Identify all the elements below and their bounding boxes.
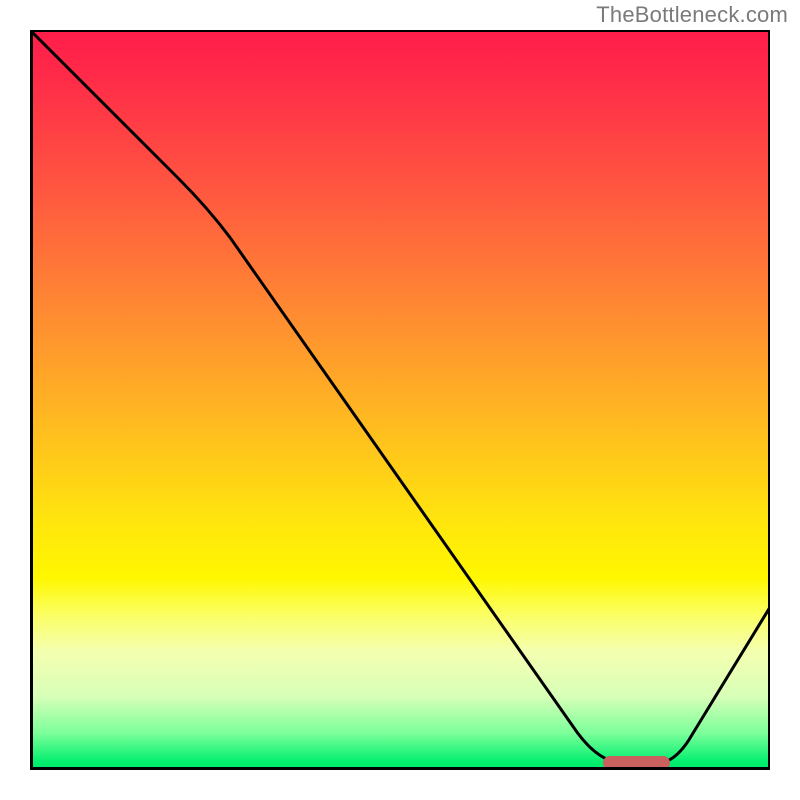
plot-frame-left bbox=[30, 30, 33, 770]
chart-plot-area bbox=[30, 30, 770, 770]
plot-frame-bottom bbox=[30, 767, 770, 770]
bottleneck-curve bbox=[30, 30, 770, 770]
attribution-text: TheBottleneck.com bbox=[596, 2, 788, 28]
